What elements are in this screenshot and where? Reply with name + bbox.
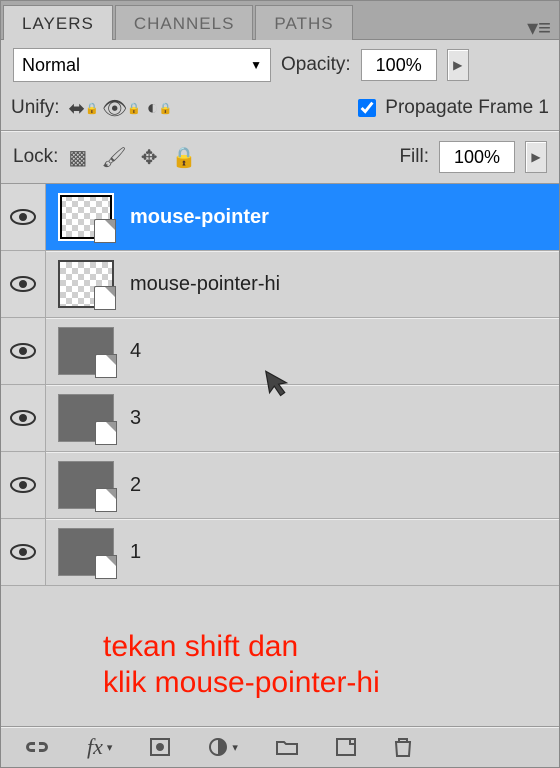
propagate-frame-label: Propagate Frame 1 xyxy=(385,97,549,119)
layer-name[interactable]: 1 xyxy=(130,541,141,564)
add-mask-icon[interactable] xyxy=(150,738,170,756)
unify-label: Unify: xyxy=(11,97,60,119)
smart-object-badge-icon xyxy=(94,219,116,243)
propagate-frame-checkbox[interactable]: Propagate Frame 1 xyxy=(354,96,549,120)
smart-object-badge-icon xyxy=(94,286,116,310)
layer-thumbnail[interactable] xyxy=(58,528,114,576)
opacity-input[interactable]: 100% xyxy=(361,49,437,81)
visibility-toggle[interactable] xyxy=(1,251,46,317)
layer-row[interactable]: 3 xyxy=(1,385,559,452)
layer-thumbnail[interactable] xyxy=(58,193,114,241)
layer-cell[interactable]: 3 xyxy=(46,385,559,451)
layers-list: mouse-pointer mouse-pointer-hi 4 3 2 1 xyxy=(1,184,559,586)
unify-position-icon[interactable]: ⬌🔒 xyxy=(70,96,98,120)
tab-layers[interactable]: LAYERS xyxy=(3,5,113,40)
annotation-text: tekan shift dan klik mouse-pointer-hi xyxy=(103,629,380,701)
lock-all-icon[interactable]: 🔒 xyxy=(171,145,196,170)
smart-object-badge-icon xyxy=(95,555,117,579)
layer-name[interactable]: 2 xyxy=(130,474,141,497)
blend-mode-select[interactable]: Normal ▼ xyxy=(13,48,271,82)
layer-row[interactable]: 1 xyxy=(1,519,559,586)
layer-name[interactable]: 4 xyxy=(130,340,141,363)
link-layers-icon[interactable] xyxy=(25,740,49,754)
new-layer-icon[interactable] xyxy=(336,738,356,756)
opacity-label: Opacity: xyxy=(281,54,351,76)
lock-pixels-icon[interactable]: 🖌 xyxy=(101,145,126,170)
visibility-toggle[interactable] xyxy=(1,452,46,518)
layer-thumbnail[interactable] xyxy=(58,260,114,308)
layer-cell[interactable]: 2 xyxy=(46,452,559,518)
tab-paths[interactable]: PATHS xyxy=(255,5,352,40)
annotation-line2: klik mouse-pointer-hi xyxy=(103,665,380,701)
fill-label: Fill: xyxy=(399,146,429,168)
lock-label: Lock: xyxy=(13,146,58,168)
visibility-toggle[interactable] xyxy=(1,184,46,250)
unify-row: Unify: ⬌🔒 👁🔒 ◐🔒 Propagate Frame 1 xyxy=(1,90,559,131)
dropdown-arrow-icon: ▼ xyxy=(250,58,262,72)
annotation-line1: tekan shift dan xyxy=(103,629,380,665)
smart-object-badge-icon xyxy=(95,488,117,512)
layer-thumbnail[interactable] xyxy=(58,394,114,442)
tab-channels[interactable]: CHANNELS xyxy=(115,5,254,40)
lock-transparency-icon[interactable]: ▩ xyxy=(68,145,87,170)
smart-object-badge-icon xyxy=(95,354,117,378)
panel-tabs: LAYERS CHANNELS PATHS ▾≡ xyxy=(1,1,559,39)
blend-opacity-row: Normal ▼ Opacity: 100% ▶ xyxy=(1,40,559,90)
lock-position-icon[interactable]: ✥ xyxy=(141,145,158,170)
fill-input[interactable]: 100% xyxy=(439,141,515,173)
lock-fill-row: Lock: ▩ 🖌 ✥ 🔒 Fill: 100% ▶ xyxy=(1,131,559,184)
layer-effects-icon[interactable]: fx▾ xyxy=(87,734,112,760)
blend-mode-value: Normal xyxy=(22,55,80,76)
layer-cell[interactable]: mouse-pointer-hi xyxy=(46,251,559,317)
layers-bottom-toolbar: fx▾ ▾ xyxy=(1,726,559,767)
new-group-icon[interactable] xyxy=(276,739,298,755)
layer-cell[interactable]: mouse-pointer xyxy=(46,184,559,250)
visibility-toggle[interactable] xyxy=(1,318,46,384)
layer-row[interactable]: 2 xyxy=(1,452,559,519)
delete-layer-icon[interactable] xyxy=(394,737,412,757)
layer-cell[interactable]: 1 xyxy=(46,519,559,585)
layer-name[interactable]: mouse-pointer-hi xyxy=(130,273,280,296)
unify-visibility-icon[interactable]: 👁🔒 xyxy=(108,96,136,120)
layer-row[interactable]: mouse-pointer-hi xyxy=(1,251,559,318)
propagate-frame-input[interactable] xyxy=(358,99,376,117)
opacity-slider-button[interactable]: ▶ xyxy=(447,49,469,81)
layer-name[interactable]: mouse-pointer xyxy=(130,206,269,229)
unify-style-icon[interactable]: ◐🔒 xyxy=(146,96,174,120)
layer-thumbnail[interactable] xyxy=(58,461,114,509)
adjustment-layer-icon[interactable]: ▾ xyxy=(208,737,238,757)
layer-cell[interactable]: 4 xyxy=(46,318,559,384)
layer-thumbnail[interactable] xyxy=(58,327,114,375)
visibility-toggle[interactable] xyxy=(1,519,46,585)
layer-row[interactable]: mouse-pointer xyxy=(1,184,559,251)
smart-object-badge-icon xyxy=(95,421,117,445)
visibility-toggle[interactable] xyxy=(1,385,46,451)
layer-row[interactable]: 4 xyxy=(1,318,559,385)
fill-slider-button[interactable]: ▶ xyxy=(525,141,547,173)
layer-name[interactable]: 3 xyxy=(130,407,141,430)
panel-menu-icon[interactable]: ▾≡ xyxy=(511,15,559,39)
